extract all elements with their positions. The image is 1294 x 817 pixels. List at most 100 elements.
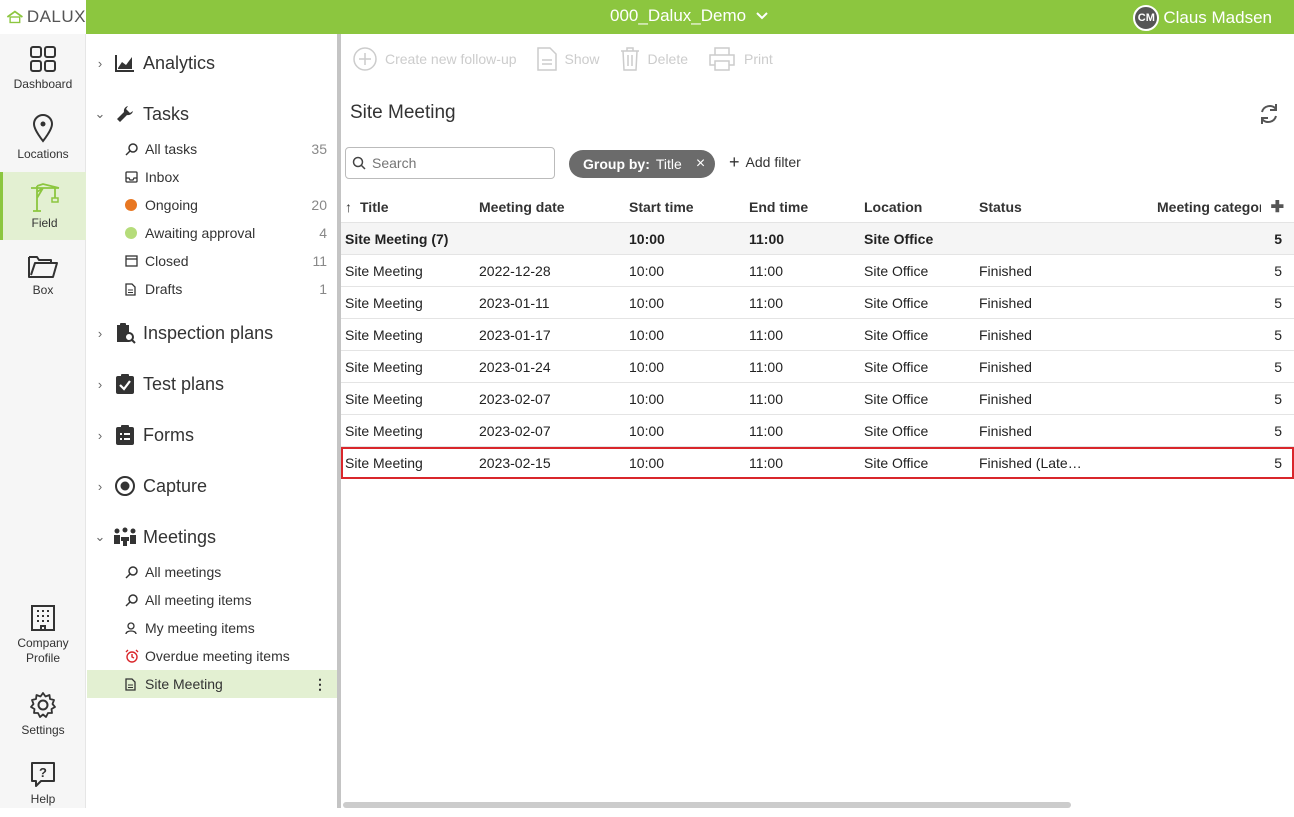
cell-title: Site Meeting xyxy=(345,390,423,407)
table-row[interactable]: Site Meeting 2023-01-24 10:00 11:00 Site… xyxy=(341,351,1294,383)
nav-item-label: Awaiting approval xyxy=(145,225,256,241)
cell-end: 11:00 xyxy=(749,454,783,471)
dalux-logo[interactable]: DALUX xyxy=(0,0,86,34)
nav-all-meeting-items[interactable]: All meeting items xyxy=(87,586,337,614)
document-icon xyxy=(125,677,145,691)
column-end-time[interactable]: End time xyxy=(749,199,859,215)
add-column-icon[interactable]: ✚ xyxy=(1271,197,1284,217)
nav-tasks[interactable]: ⌄ Tasks xyxy=(87,96,337,132)
more-vertical-icon[interactable]: ⋮ xyxy=(313,676,327,693)
add-filter-button[interactable]: + Add filter xyxy=(729,153,801,171)
cell-status: Finished xyxy=(979,294,1032,311)
nav-overdue-meeting-items[interactable]: Overdue meeting items xyxy=(87,642,337,670)
rail-locations[interactable]: Locations xyxy=(0,103,86,171)
rail-box[interactable]: Box xyxy=(0,241,86,309)
printer-icon xyxy=(709,47,735,71)
nav-all-meetings[interactable]: All meetings xyxy=(87,558,337,586)
sort-arrow-up-icon: ↑ xyxy=(345,198,352,215)
rail-company-profile[interactable]: Company Profile xyxy=(0,597,86,673)
nav-my-meeting-items[interactable]: My meeting items xyxy=(87,614,337,642)
column-status[interactable]: Status xyxy=(979,199,1089,215)
nav-inspection-plans[interactable]: › Inspection plans xyxy=(87,315,337,351)
horizontal-scrollbar[interactable] xyxy=(343,802,1071,808)
column-meeting-date[interactable]: Meeting date xyxy=(479,199,624,215)
nav-inbox[interactable]: Inbox xyxy=(87,163,337,191)
rail-help[interactable]: ? Help xyxy=(0,749,86,817)
delete-button[interactable]: Delete xyxy=(620,47,688,71)
group-row[interactable]: Site Meeting (7) 10:00 11:00 Site Office… xyxy=(341,223,1294,255)
column-location[interactable]: Location xyxy=(864,199,974,215)
search-input[interactable] xyxy=(372,155,542,171)
table-row[interactable]: Site Meeting 2023-01-11 10:00 11:00 Site… xyxy=(341,287,1294,319)
nav-item-label: Drafts xyxy=(145,281,183,297)
nav-drafts[interactable]: Drafts 1 xyxy=(87,275,337,303)
nav-item-label: Ongoing xyxy=(145,197,198,213)
table-row[interactable]: Site Meeting 2022-12-28 10:00 11:00 Site… xyxy=(341,255,1294,287)
table-row[interactable]: Site Meeting 2023-02-07 10:00 11:00 Site… xyxy=(341,415,1294,447)
rail-locations-label: Locations xyxy=(17,146,69,161)
cell-status: Finished xyxy=(979,262,1032,279)
column-meeting-category[interactable]: Meeting categori xyxy=(1157,199,1261,215)
project-selector[interactable]: 000_Dalux_Demo xyxy=(610,6,768,26)
cell-end: 11:00 xyxy=(749,294,783,311)
table-row-selected[interactable]: Site Meeting 2023-02-15 10:00 11:00 Site… xyxy=(341,447,1294,479)
logo-text: DALUX xyxy=(26,7,86,26)
nav-item-label: All tasks xyxy=(145,141,198,157)
cell-start: 10:00 xyxy=(629,262,665,279)
folder-icon xyxy=(28,255,58,278)
refresh-button[interactable] xyxy=(1258,102,1280,131)
cell-location: Site Office xyxy=(864,454,929,471)
user-menu[interactable]: CM Claus Madsen xyxy=(1133,5,1272,31)
rail-field[interactable]: Field xyxy=(0,172,86,240)
cell-location: Site Office xyxy=(864,358,929,375)
chip-value: Title xyxy=(655,156,682,172)
create-follow-up-button[interactable]: Create new follow-up xyxy=(353,47,517,71)
rail-help-label: Help xyxy=(30,791,56,806)
clipboard-search-icon xyxy=(111,322,139,344)
table-header: ↑ Title Meeting date Start time End time … xyxy=(341,191,1294,223)
nav-forms[interactable]: › Forms xyxy=(87,417,337,453)
plus-circle-icon xyxy=(353,47,377,71)
nav-meetings[interactable]: ⌄ Meetings xyxy=(87,519,337,555)
rail-company-label: Company Profile xyxy=(17,636,69,665)
create-label: Create new follow-up xyxy=(385,51,517,67)
nav-test-label: Test plans xyxy=(143,373,225,394)
group-start: 10:00 xyxy=(629,230,665,247)
nav-site-meeting[interactable]: Site Meeting ⋮ xyxy=(87,670,337,698)
close-icon[interactable]: × xyxy=(696,155,705,173)
rail-settings[interactable]: Settings xyxy=(0,680,86,748)
chip-label: Group by: xyxy=(583,156,650,172)
building-icon xyxy=(31,605,55,631)
nav-item-label: Closed xyxy=(145,253,189,269)
rail-dashboard[interactable]: Dashboard xyxy=(0,34,86,102)
column-start-time[interactable]: Start time xyxy=(629,199,744,215)
cell-date: 2023-01-17 xyxy=(479,326,551,343)
nav-all-tasks[interactable]: All tasks 35 xyxy=(87,135,337,163)
table-row[interactable]: Site Meeting 2023-01-17 10:00 11:00 Site… xyxy=(341,319,1294,351)
cell-date: 2023-02-07 xyxy=(479,422,551,439)
search-field[interactable] xyxy=(345,147,555,179)
cell-title: Site Meeting xyxy=(345,262,423,279)
nav-closed[interactable]: Closed 11 xyxy=(87,247,337,275)
nav-capture[interactable]: › Capture xyxy=(87,468,337,504)
column-title[interactable]: ↑ Title xyxy=(345,199,475,215)
nav-ongoing[interactable]: Ongoing 20 xyxy=(87,191,337,219)
cell-category: 5 xyxy=(1274,390,1282,407)
table-row[interactable]: Site Meeting 2023-02-07 10:00 11:00 Site… xyxy=(341,383,1294,415)
cell-location: Site Office xyxy=(864,294,929,311)
cell-title: Site Meeting xyxy=(345,358,423,375)
svg-text:?: ? xyxy=(39,765,47,780)
chevron-right-icon: › xyxy=(97,325,103,341)
nav-inspection-label: Inspection plans xyxy=(143,322,274,343)
nav-test-plans[interactable]: › Test plans xyxy=(87,366,337,402)
show-button[interactable]: Show xyxy=(536,47,600,71)
project-name: 000_Dalux_Demo xyxy=(610,6,747,25)
nav-item-label: Site Meeting xyxy=(145,676,223,692)
alarm-clock-icon xyxy=(125,649,145,663)
nav-analytics[interactable]: › Analytics xyxy=(87,45,337,81)
print-button[interactable]: Print xyxy=(708,47,773,71)
orange-dot-icon xyxy=(125,199,145,211)
top-bar: DALUX 000_Dalux_Demo CM Claus Madsen xyxy=(0,0,1294,34)
group-by-chip[interactable]: Group by: Title × xyxy=(569,150,716,178)
nav-awaiting-approval[interactable]: Awaiting approval 4 xyxy=(87,219,337,247)
